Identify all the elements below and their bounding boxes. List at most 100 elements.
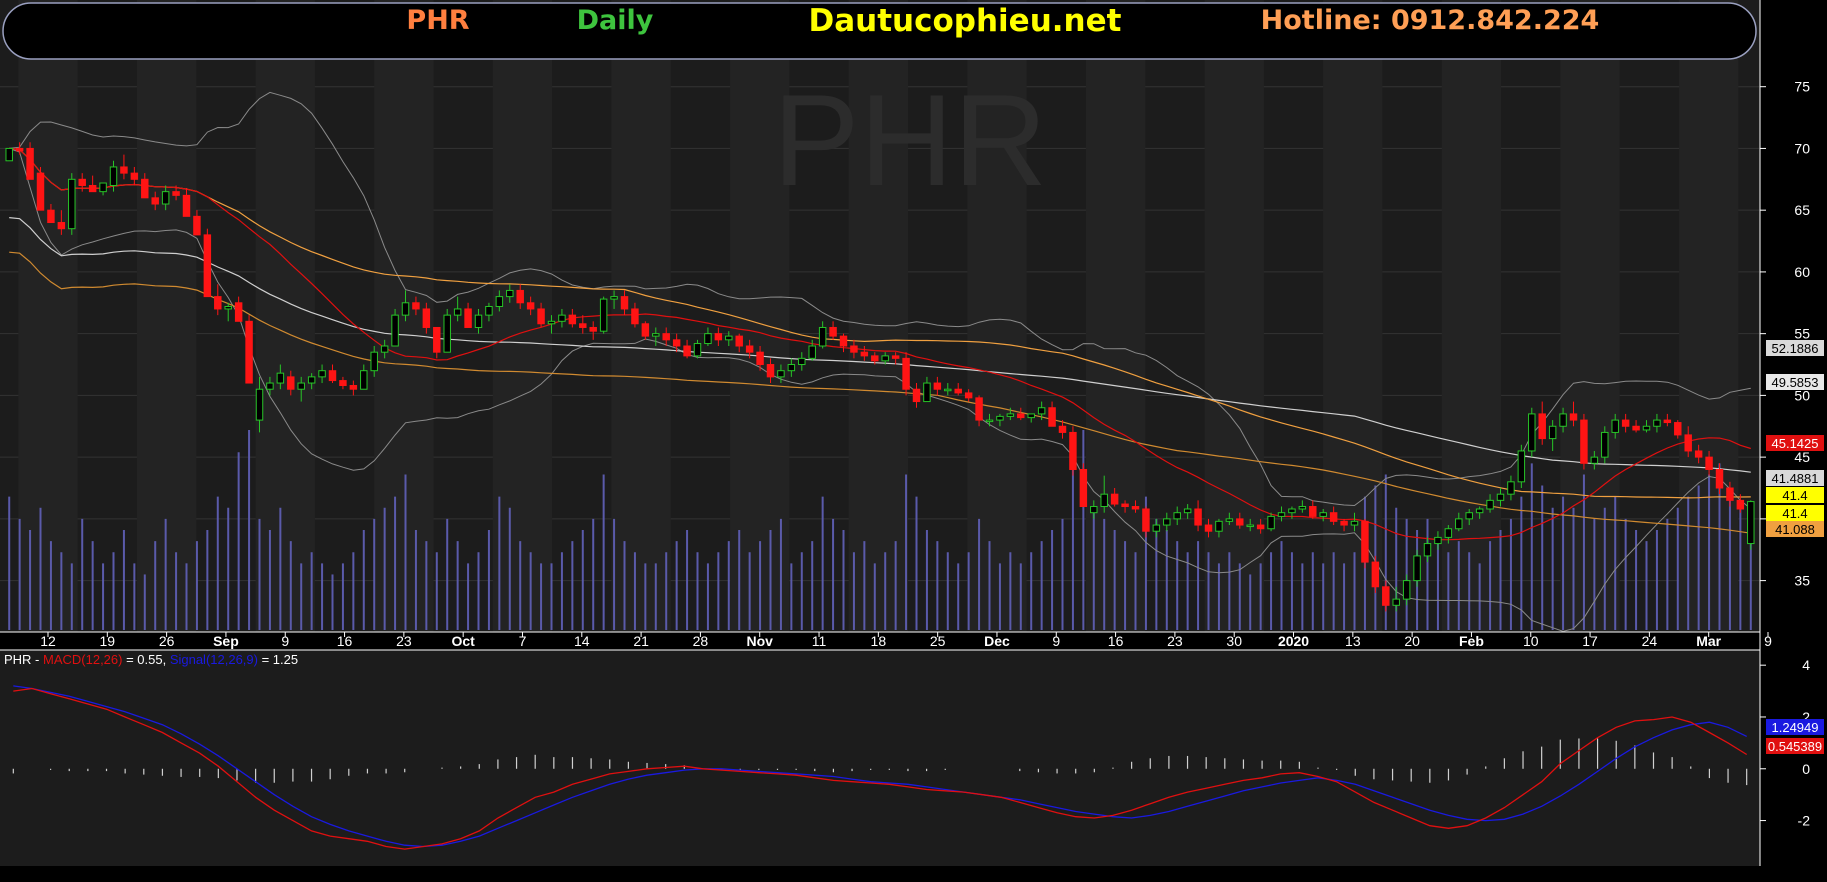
candle-body <box>172 191 180 196</box>
x-tick-label: 10 <box>1523 633 1539 649</box>
price-tag: 41.4 <box>1766 487 1824 503</box>
candle-body <box>57 222 66 230</box>
candle-body <box>881 355 889 362</box>
candle-body <box>996 415 1004 421</box>
candle-body <box>1100 493 1108 508</box>
x-tick-label: 30 <box>1226 633 1242 649</box>
candle-body <box>1361 520 1369 563</box>
macd-tag: 1.24949 <box>1766 719 1824 735</box>
candle-body <box>141 178 149 199</box>
candle-body <box>328 370 337 382</box>
x-tick-label: 28 <box>693 633 709 649</box>
grid-band <box>1204 0 1264 632</box>
x-tick-label: 24 <box>1642 633 1658 649</box>
candle-body <box>1517 450 1526 483</box>
price-tag-label: 45.1425 <box>1772 436 1819 451</box>
x-tick-label: 17 <box>1582 633 1598 649</box>
candle-body <box>266 382 274 390</box>
candle-body <box>714 333 723 341</box>
candle-body <box>912 388 921 403</box>
candle-body <box>1069 431 1077 470</box>
candle-body <box>109 166 118 186</box>
x-tick-label: 11 <box>812 633 827 649</box>
candle-body <box>1663 419 1672 424</box>
x-tick-label: 2020 <box>1278 633 1309 649</box>
macd-legend: PHR - MACD(12,26) = 0.55, Signal(12,26,9… <box>4 652 298 667</box>
candle-body <box>725 335 733 341</box>
price-tag: 49.5853 <box>1766 374 1824 390</box>
candle-body <box>1705 456 1713 470</box>
candle-body <box>1548 425 1557 440</box>
candle-body <box>954 388 962 394</box>
candle-body <box>1027 413 1035 419</box>
candle-body <box>464 308 472 328</box>
candle-body <box>1715 468 1724 489</box>
macd-legend-value: = 0.55, <box>122 652 169 667</box>
candle-body <box>1392 598 1400 606</box>
candle-body <box>839 335 848 347</box>
candle-body <box>631 308 639 325</box>
grid-band <box>18 0 78 632</box>
candle-body <box>214 296 222 310</box>
x-tick-label: 9 <box>1052 633 1060 649</box>
candle-body <box>1079 468 1088 508</box>
candle-body <box>537 308 545 325</box>
x-tick-label: 14 <box>574 633 590 649</box>
candle-body <box>1382 586 1390 606</box>
candle-body <box>349 385 358 390</box>
price-tag-label: 52.1886 <box>1772 341 1819 356</box>
y-tick-label: 75 <box>1794 79 1810 95</box>
candle-body <box>401 302 410 316</box>
grid-band <box>1323 0 1383 632</box>
candle-body <box>1465 512 1473 520</box>
price-tag-label: 41.4 <box>1782 506 1807 521</box>
x-tick-label: 20 <box>1404 633 1420 649</box>
x-tick-label: Sep <box>213 633 239 649</box>
x-tick-label: 26 <box>159 633 175 649</box>
candle-body <box>891 355 900 359</box>
candle-body <box>933 382 942 390</box>
candle-body <box>1090 506 1098 514</box>
candle-body <box>1152 524 1161 532</box>
y-tick-label: 55 <box>1794 326 1810 342</box>
candle-body <box>1329 512 1338 522</box>
candle-body <box>526 302 535 310</box>
price-tag-label: 41.4881 <box>1772 471 1819 486</box>
candle-body <box>850 345 858 353</box>
y-tick-label: 65 <box>1794 202 1810 218</box>
candle-body <box>287 376 295 390</box>
candle-body <box>15 147 24 152</box>
candle-body <box>370 351 378 372</box>
candle-body <box>506 289 514 298</box>
x-tick-label: 21 <box>633 633 649 649</box>
candle-body <box>975 397 983 421</box>
candle-body <box>78 178 86 186</box>
candle-body <box>1653 419 1661 427</box>
candle-body <box>579 323 587 328</box>
candle-body <box>36 172 45 211</box>
candle-body <box>1496 493 1505 501</box>
candle-body <box>234 302 243 322</box>
candle-body <box>1340 520 1348 526</box>
macd-legend-prefix: PHR - <box>4 652 43 667</box>
x-tick-label: Feb <box>1459 633 1484 649</box>
candle-body <box>1621 419 1630 427</box>
price-tag: 41.088 <box>1766 521 1824 537</box>
candle-body <box>422 308 431 328</box>
candle-body <box>5 147 13 162</box>
candle-body <box>693 343 702 357</box>
x-tick-label: Oct <box>452 633 476 649</box>
candle-body <box>1142 508 1150 532</box>
macd-tag: 0.545389 <box>1766 738 1824 754</box>
x-tick-label: 18 <box>871 633 887 649</box>
candle-body <box>964 392 973 399</box>
candle-body <box>1569 413 1578 421</box>
candle-body <box>662 333 670 341</box>
candle-body <box>829 326 837 337</box>
candle-body <box>224 305 232 310</box>
macd-tag-label: 1.24949 <box>1772 720 1819 735</box>
candle-body <box>88 184 97 193</box>
candle-body <box>360 370 368 390</box>
candle-body <box>1037 407 1046 415</box>
candle-body <box>860 351 869 357</box>
